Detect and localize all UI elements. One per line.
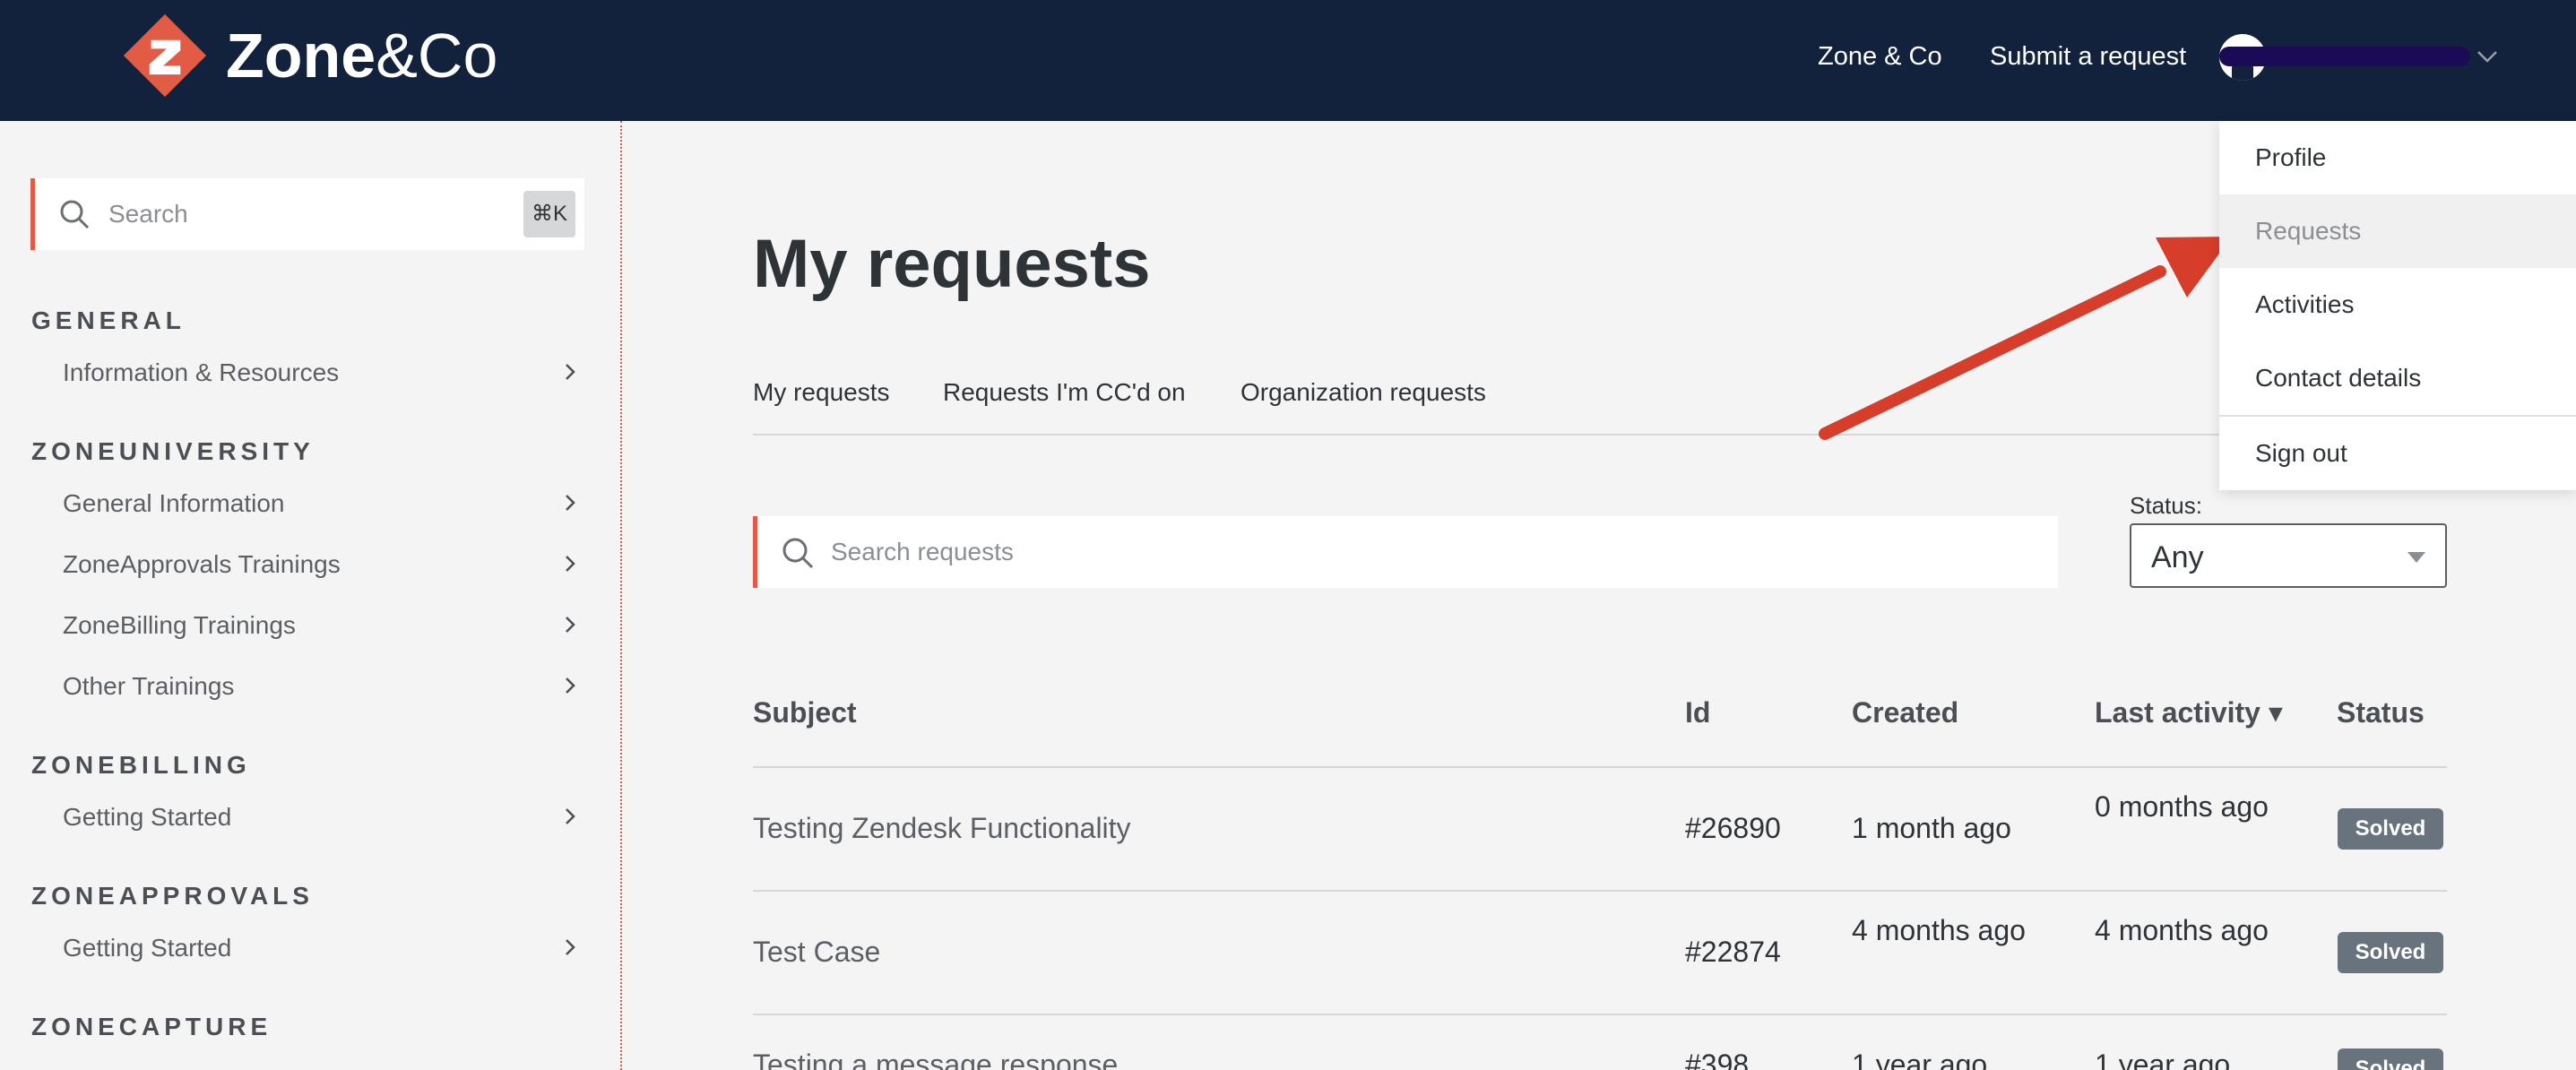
request-id: #22874 bbox=[1685, 936, 1781, 968]
nav-link-zone-co[interactable]: Zone & Co bbox=[1818, 41, 1942, 72]
menu-item-label: Contact details bbox=[2255, 364, 2422, 392]
menu-item-activities[interactable]: Activities bbox=[2219, 268, 2576, 341]
request-id: #398 bbox=[1685, 1048, 1750, 1070]
sidebar: Search ⌘K GENERAL Information & Resource… bbox=[0, 121, 622, 1070]
chevron-down-icon bbox=[2477, 51, 2497, 63]
sidebar-search-input[interactable]: Search ⌘K bbox=[30, 178, 584, 250]
request-created: 4 months ago bbox=[1852, 914, 2026, 946]
sidebar-item-label: General Information bbox=[63, 489, 285, 517]
sidebar-item-zoneapprovals-trainings[interactable]: ZoneApprovals Trainings bbox=[63, 548, 583, 583]
zone-and-co-logo[interactable]: Zone&Co bbox=[122, 13, 497, 99]
request-created: 1 month ago bbox=[1852, 812, 2011, 844]
search-requests-placeholder: Search requests bbox=[831, 538, 1014, 565]
sidebar-item-label: ZoneBilling Trainings bbox=[63, 611, 296, 639]
sidebar-section-zonebilling: ZONEBILLING bbox=[31, 751, 251, 779]
sidebar-item-general-information[interactable]: General Information bbox=[63, 487, 583, 522]
chevron-right-icon bbox=[566, 364, 575, 380]
keyboard-shortcut-badge: ⌘K bbox=[523, 191, 575, 237]
sidebar-item-zoneapprovals-getting-started[interactable]: Getting Started bbox=[63, 931, 583, 967]
search-requests-input[interactable]: Search requests bbox=[753, 516, 2058, 588]
user-menu-toggle[interactable] bbox=[2219, 34, 2506, 81]
caret-down-icon bbox=[2407, 552, 2425, 563]
page-title: My requests bbox=[753, 226, 1151, 302]
table-divider bbox=[753, 766, 2447, 768]
sidebar-item-label: ZoneApprovals Trainings bbox=[63, 550, 341, 578]
request-subject-link[interactable]: Testing Zendesk Functionality bbox=[753, 807, 1131, 850]
chevron-right-icon bbox=[566, 939, 575, 955]
menu-item-profile[interactable]: Profile bbox=[2219, 121, 2576, 194]
request-subject-link[interactable]: Testing a message response bbox=[753, 1043, 1118, 1070]
status-badge: Solved bbox=[2338, 808, 2443, 850]
user-dropdown-menu: Profile Requests Activities Contact deta… bbox=[2219, 121, 2576, 490]
search-icon bbox=[60, 200, 90, 229]
sidebar-item-label: Information & Resources bbox=[63, 358, 340, 386]
chevron-right-icon bbox=[566, 556, 575, 572]
chevron-right-icon bbox=[566, 677, 575, 694]
sidebar-section-general: GENERAL bbox=[31, 306, 186, 334]
tab-organization-requests[interactable]: Organization requests bbox=[1240, 376, 1486, 409]
request-last-activity: 4 months ago bbox=[2095, 914, 2269, 946]
column-header-status[interactable]: Status bbox=[2337, 695, 2425, 729]
sidebar-section-zoneuniversity: ZONEUNIVERSITY bbox=[31, 437, 315, 465]
table-divider bbox=[753, 890, 2447, 892]
sidebar-section-zoneapprovals: ZONEAPPROVALS bbox=[31, 882, 314, 910]
zone-logo-icon bbox=[123, 13, 207, 98]
column-header-subject[interactable]: Subject bbox=[753, 695, 857, 729]
sidebar-item-label: Other Trainings bbox=[63, 672, 235, 700]
chevron-right-icon bbox=[566, 617, 575, 633]
logo-wordmark: Zone&Co bbox=[226, 21, 498, 91]
request-created: 1 year ago bbox=[1852, 1048, 1988, 1070]
menu-item-contact-details[interactable]: Contact details bbox=[2219, 341, 2576, 415]
sidebar-item-information-resources[interactable]: Information & Resources bbox=[63, 356, 583, 392]
menu-item-requests[interactable]: Requests bbox=[2219, 194, 2576, 268]
column-header-id[interactable]: Id bbox=[1685, 695, 1710, 729]
nav-link-submit-request[interactable]: Submit a request bbox=[1990, 41, 2186, 72]
request-id: #26890 bbox=[1685, 812, 1781, 844]
request-last-activity: 0 months ago bbox=[2095, 790, 2269, 823]
status-filter-select[interactable]: Any bbox=[2130, 523, 2447, 588]
chevron-right-icon bbox=[566, 808, 575, 824]
status-badge: Solved bbox=[2338, 1048, 2443, 1070]
status-filter-label: Status: bbox=[2130, 492, 2202, 519]
status-filter-value: Any bbox=[2151, 540, 2204, 574]
table-divider bbox=[753, 1014, 2447, 1015]
sidebar-search-placeholder: Search bbox=[108, 200, 188, 228]
sidebar-item-zonebilling-getting-started[interactable]: Getting Started bbox=[63, 800, 583, 836]
menu-item-sign-out[interactable]: Sign out bbox=[2219, 417, 2576, 490]
sidebar-item-zonebilling-trainings[interactable]: ZoneBilling Trainings bbox=[63, 608, 583, 644]
sidebar-section-zonecapture: ZONECAPTURE bbox=[31, 1013, 272, 1040]
tab-requests-cc[interactable]: Requests I'm CC'd on bbox=[943, 376, 1186, 409]
top-navigation-bar: Zone&Co Zone & Co Submit a request bbox=[0, 0, 2576, 121]
request-tabs: My requests Requests I'm CC'd on Organiz… bbox=[753, 376, 2447, 436]
request-last-activity: 1 year ago bbox=[2095, 1048, 2231, 1070]
redacted-user-name bbox=[2219, 47, 2470, 66]
chevron-right-icon bbox=[566, 495, 575, 511]
menu-item-label: Sign out bbox=[2255, 439, 2347, 467]
column-header-last-activity[interactable]: Last activity ▾ bbox=[2095, 695, 2283, 729]
menu-item-label: Activities bbox=[2255, 290, 2355, 318]
sidebar-item-label: Getting Started bbox=[63, 803, 232, 831]
menu-item-label: Profile bbox=[2255, 143, 2327, 171]
request-subject-link[interactable]: Test Case bbox=[753, 930, 880, 973]
sidebar-item-other-trainings[interactable]: Other Trainings bbox=[63, 669, 583, 705]
menu-item-label: Requests bbox=[2255, 217, 2362, 245]
sidebar-item-label: Getting Started bbox=[63, 934, 232, 962]
search-icon bbox=[782, 538, 814, 569]
column-header-created[interactable]: Created bbox=[1852, 695, 1958, 729]
tab-my-requests[interactable]: My requests bbox=[753, 376, 890, 409]
status-badge: Solved bbox=[2338, 932, 2443, 973]
